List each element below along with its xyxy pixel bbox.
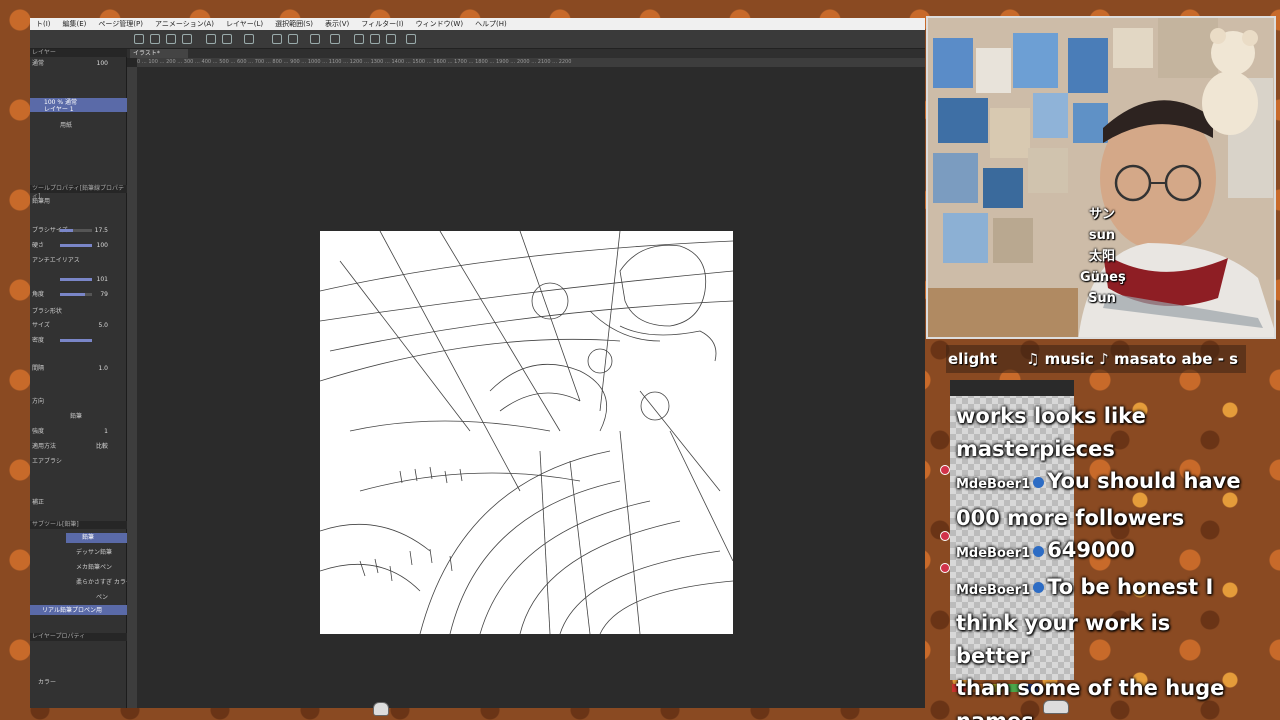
menu-item[interactable]: アニメーション(A): [149, 19, 220, 29]
undo-icon[interactable]: [206, 34, 216, 44]
density-row[interactable]: 101: [32, 275, 122, 284]
command-bar: [30, 30, 925, 49]
chat-username: MdeBoer1: [956, 477, 1031, 492]
menu-item[interactable]: ページ管理(P): [92, 19, 149, 29]
blend-mode-select[interactable]: 通常: [32, 60, 44, 67]
caption-line: sun: [1088, 228, 1116, 243]
chat-line: 000 more followers: [956, 505, 1185, 530]
caption-overlay: サン sun 太阳 Güneş Sun: [1080, 204, 1126, 309]
airbrush-row: エアブラシ: [32, 458, 62, 465]
open-file-icon[interactable]: [150, 34, 160, 44]
ticker-now-playing: ♫ music ♪ masato abe - s: [1026, 350, 1239, 368]
menu-item[interactable]: 選択範囲(S): [269, 19, 319, 29]
hardness-row[interactable]: 硬さ 100: [32, 241, 122, 250]
help-icon[interactable]: [406, 34, 416, 44]
texture-row[interactable]: 強度 1: [32, 427, 122, 436]
chat-line: think your work is better: [956, 611, 1171, 668]
chat-text: To be honest I: [1047, 574, 1214, 599]
transform-icon[interactable]: [288, 34, 298, 44]
lasso-icon[interactable]: [370, 34, 380, 44]
caption-line: Sun: [1088, 291, 1116, 306]
chat-line: names: [956, 705, 1246, 720]
mascot-icon: [373, 702, 389, 716]
chat-message: MdeBoer1 To be honest I: [956, 571, 1246, 608]
canvas-area[interactable]: [137, 67, 925, 708]
verified-icon: [1033, 476, 1045, 488]
layer-panel-header: レイヤー: [30, 49, 127, 57]
chat-message: MdeBoer1 649000: [956, 534, 1246, 571]
export-icon[interactable]: [182, 34, 192, 44]
brush-size-row[interactable]: ブラシサイズ 17.5: [32, 226, 122, 235]
selection-icon[interactable]: [354, 34, 364, 44]
chat-text: 649000: [1047, 538, 1135, 562]
horizontal-ruler: 0 … 100 … 200 … 300 … 400 … 500 … 600 … …: [137, 58, 925, 67]
settings-icon[interactable]: [244, 34, 254, 44]
menu-item[interactable]: ウィンドウ(W): [410, 19, 469, 29]
clip-studio-window: ト(I) 編集(E) ページ管理(P) アニメーション(A) レイヤー(L) 選択範囲(S…: [30, 18, 925, 708]
document-tab-bar: イラスト*: [127, 49, 925, 58]
mascot-cat-icon: [1043, 700, 1069, 714]
chat-line: masterpieces: [956, 436, 1115, 461]
ticker-left-text: elight: [948, 350, 998, 368]
desk: [928, 288, 1078, 337]
redo-icon[interactable]: [222, 34, 232, 44]
mod-badge-icon: [940, 531, 950, 541]
angle-row[interactable]: 角度 79: [32, 290, 122, 299]
interval-row[interactable]: 間隔 1.0: [32, 364, 122, 373]
blend-method-row[interactable]: 適用方法 比較: [32, 442, 122, 451]
verified-icon: [1033, 545, 1045, 557]
tool-property-header: ツールプロパティ[鉛筆線プロパティ]: [30, 185, 127, 200]
density-row-2[interactable]: 密度: [32, 336, 122, 345]
menu-item[interactable]: ヘルプ(H): [469, 19, 513, 29]
sub-tool-item: リアル鉛筆プロペン用: [42, 607, 102, 614]
shape-row: ブラシ形状: [32, 308, 62, 315]
select-icon[interactable]: [330, 34, 340, 44]
new-file-icon[interactable]: [134, 34, 144, 44]
menu-item[interactable]: 表示(V): [319, 19, 355, 29]
chat-text: You should have: [1047, 469, 1241, 493]
left-panel: レイヤー 通常 100 100 % 通常 レイヤー 1 用紙 ツールプロパティ[…: [30, 49, 132, 708]
pen-icon[interactable]: [386, 34, 396, 44]
music-ticker: elight ♫ music ♪ masato abe - s: [946, 345, 1246, 373]
menu-item[interactable]: フィルター(I): [355, 19, 409, 29]
pencil-sketch: [319, 230, 734, 635]
direction-row: 方向: [32, 398, 45, 405]
opacity-value[interactable]: 100: [97, 59, 108, 68]
save-icon[interactable]: [166, 34, 176, 44]
webcam-feed: サン sun 太阳 Güneş Sun: [926, 16, 1276, 339]
caption-line: 太阳: [1088, 249, 1115, 264]
drawing-canvas[interactable]: [319, 230, 734, 635]
menu-item[interactable]: レイヤー(L): [220, 19, 269, 29]
tool-name: 鉛筆用: [32, 198, 51, 205]
fill-icon[interactable]: [272, 34, 282, 44]
blend-mode-row[interactable]: 通常 100: [32, 59, 122, 68]
mod-badge-icon: [940, 563, 950, 573]
chat-message: MdeBoer1 You should have: [956, 465, 1246, 502]
menu-item[interactable]: ト(I): [30, 19, 57, 29]
mod-badge-icon: [940, 465, 950, 475]
chat-username: MdeBoer1: [956, 582, 1031, 598]
menu-item[interactable]: 編集(E): [57, 19, 93, 29]
modifier-row: 補正: [32, 499, 45, 506]
layer-1-name: レイヤー 1: [44, 106, 74, 113]
clear-icon[interactable]: [310, 34, 320, 44]
chat-line: than some of the huge: [956, 676, 1225, 700]
chat-username: MdeBoer1: [956, 546, 1031, 561]
layer-property-header: レイヤープロパティ: [30, 633, 127, 641]
verified-icon: [1033, 582, 1045, 593]
chat-line: works looks like: [956, 404, 1146, 428]
menu-bar: ト(I) 編集(E) ページ管理(P) アニメーション(A) レイヤー(L) 選択範囲(S…: [30, 18, 925, 30]
color-select[interactable]: カラー: [38, 678, 128, 687]
chat-overlay: works looks like masterpieces MdeBoer1 Yo…: [956, 400, 1246, 720]
antialias-row[interactable]: アンチエイリアス: [32, 256, 122, 265]
chat-header-strip: [950, 380, 1074, 396]
sub-tool-header: サブツール[鉛筆]: [30, 521, 127, 529]
tab-document[interactable]: イラスト*: [130, 49, 188, 58]
caption-line: Güneş: [1080, 270, 1126, 285]
caption-line: サン: [1088, 207, 1115, 222]
vertical-ruler: [127, 67, 137, 708]
size-row[interactable]: サイズ 5.0: [32, 321, 122, 330]
